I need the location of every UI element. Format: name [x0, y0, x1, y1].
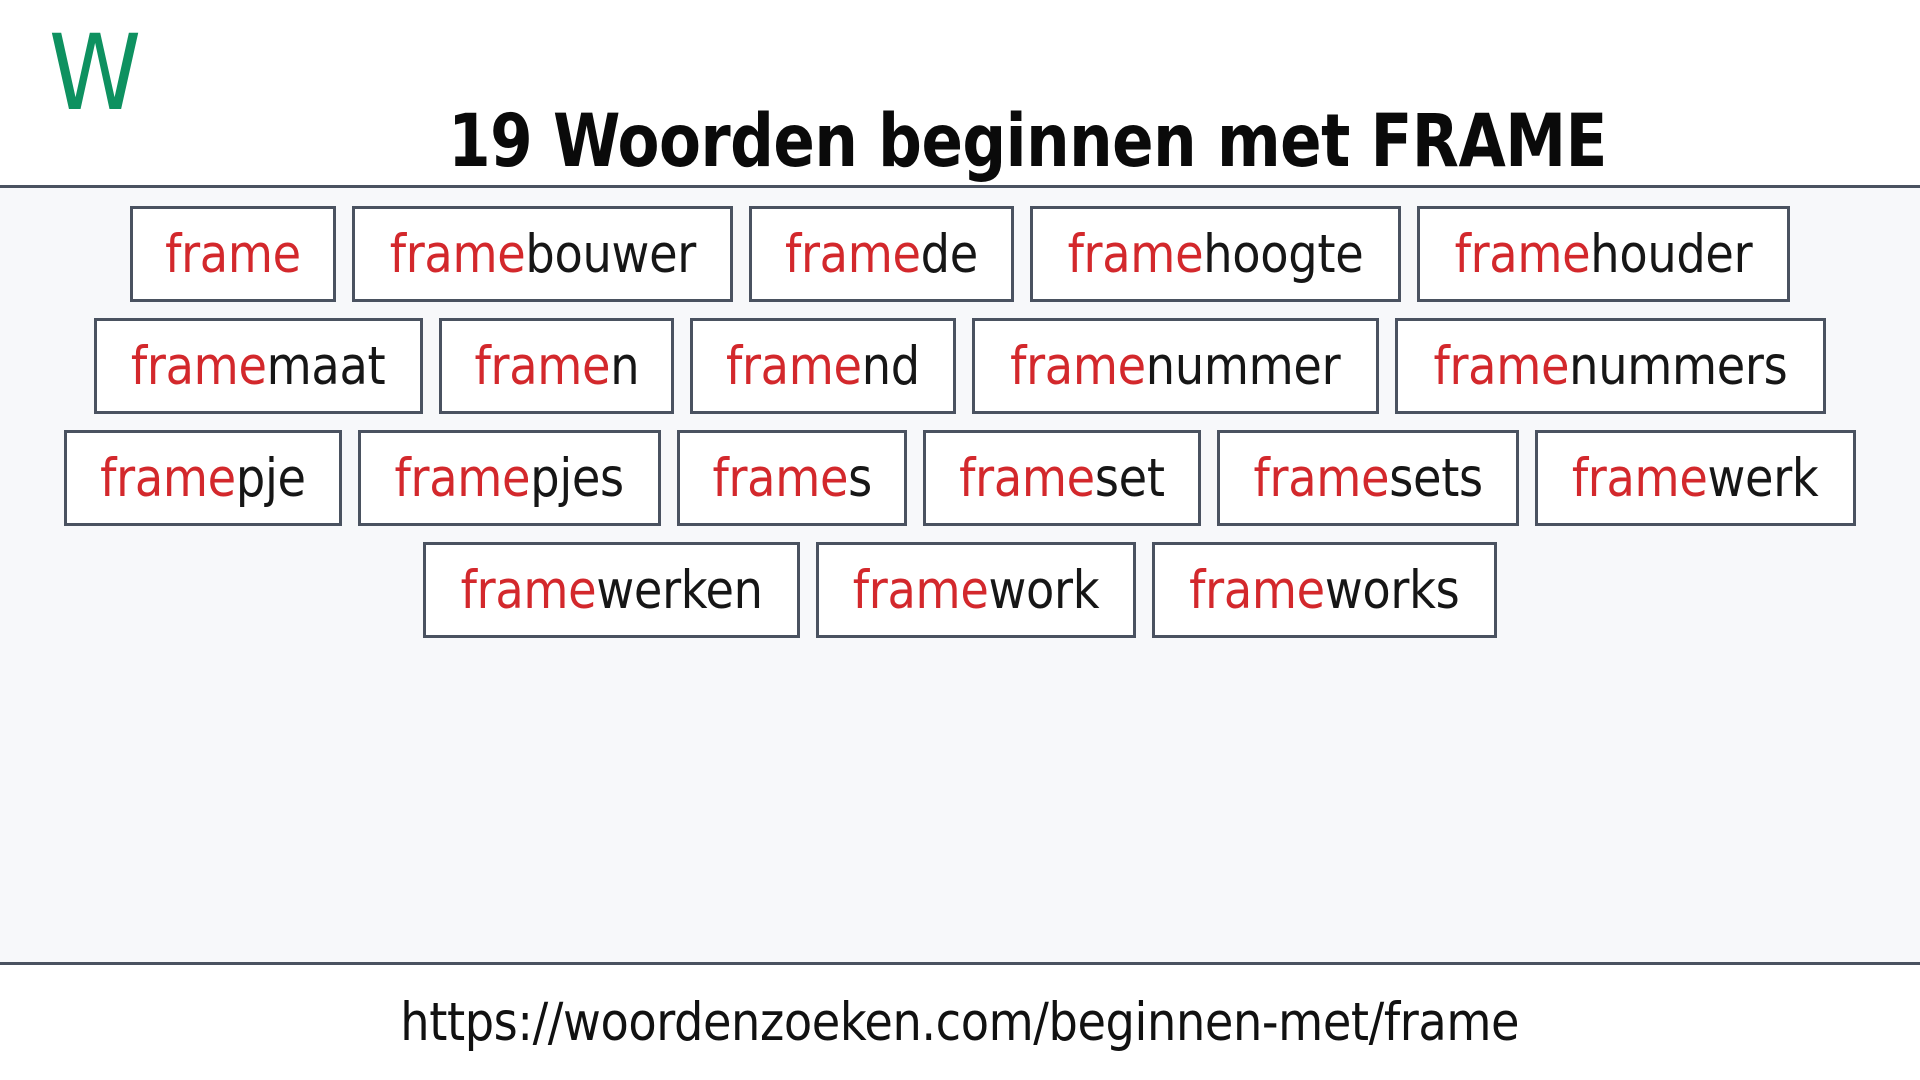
- word-text: framepje: [101, 452, 307, 505]
- word-suffix: pjes: [530, 447, 625, 509]
- word-text: framehoogte: [1068, 228, 1364, 281]
- word-text: frameset: [959, 452, 1165, 505]
- svg-text:W: W: [49, 27, 142, 127]
- word-prefix: frame: [712, 447, 848, 509]
- word-suffix: werk: [1707, 447, 1819, 509]
- word-box[interactable]: framebouwer: [351, 206, 734, 302]
- site-logo[interactable]: W: [30, 22, 160, 132]
- word-prefix: frame: [474, 335, 610, 397]
- word-text: framemaat: [131, 340, 386, 393]
- word-suffix: hoogte: [1203, 223, 1364, 285]
- word-text: framebouwer: [389, 228, 696, 281]
- word-prefix: frame: [785, 223, 922, 285]
- word-box[interactable]: framehoogte: [1030, 206, 1402, 302]
- word-text: framenummer: [1010, 340, 1340, 393]
- page-header: W 19 Woorden beginnen met FRAME: [0, 0, 1920, 188]
- word-row: framewerken framework frameworks: [0, 542, 1920, 638]
- word-suffix: s: [847, 447, 872, 509]
- word-text: framehouder: [1455, 228, 1753, 281]
- word-box[interactable]: frame: [129, 206, 336, 302]
- word-text: framesets: [1254, 452, 1484, 505]
- word-box[interactable]: framehouder: [1417, 206, 1791, 302]
- logo-w-icon: W: [49, 27, 142, 127]
- word-prefix: frame: [131, 335, 268, 397]
- word-suffix: works: [1325, 559, 1460, 621]
- page-root: W 19 Woorden beginnen met FRAME frame fra…: [0, 0, 1920, 1080]
- word-text: framede: [785, 228, 978, 281]
- page-footer: https://woordenzoeken.com/beginnen-met/f…: [0, 965, 1920, 1080]
- word-prefix: frame: [164, 223, 301, 285]
- word-prefix: frame: [460, 559, 597, 621]
- word-box[interactable]: framend: [690, 318, 957, 414]
- word-suffix: nd: [862, 335, 921, 397]
- word-prefix: frame: [1433, 335, 1569, 397]
- word-box[interactable]: framenummer: [972, 318, 1379, 414]
- word-suffix: de: [921, 223, 979, 285]
- word-box[interactable]: framen: [438, 318, 675, 414]
- word-prefix: frame: [1067, 223, 1204, 285]
- word-prefix: frame: [394, 447, 531, 509]
- word-list-area: frame framebouwer framede framehoogte frameh…: [0, 188, 1920, 965]
- word-suffix: set: [1094, 447, 1165, 509]
- word-text: framenummers: [1433, 340, 1787, 393]
- word-text: frames: [712, 452, 872, 505]
- word-suffix: n: [609, 335, 639, 397]
- word-box[interactable]: framewerken: [423, 542, 801, 638]
- word-text: framen: [474, 340, 639, 393]
- word-prefix: frame: [1572, 447, 1708, 509]
- word-box[interactable]: framesets: [1216, 430, 1520, 526]
- word-rows: frame framebouwer framede framehoogte frameh…: [0, 206, 1920, 638]
- word-text: framework: [853, 564, 1100, 617]
- word-suffix: pje: [236, 447, 307, 509]
- word-suffix: maat: [267, 335, 386, 397]
- word-prefix: frame: [1253, 447, 1390, 509]
- word-text: framend: [726, 340, 920, 393]
- word-prefix: frame: [389, 223, 526, 285]
- word-box[interactable]: framepje: [64, 430, 343, 526]
- word-prefix: frame: [959, 447, 1095, 509]
- word-row: frame framebouwer framede framehoogte frameh…: [0, 206, 1920, 302]
- word-text: framewerken: [461, 564, 763, 617]
- word-prefix: frame: [1189, 559, 1326, 621]
- word-row: framemaat framen framend framenummer framenu…: [0, 318, 1920, 414]
- word-suffix: nummers: [1568, 335, 1788, 397]
- word-prefix: frame: [100, 447, 237, 509]
- word-text: frame: [165, 228, 301, 281]
- word-box[interactable]: frames: [676, 430, 908, 526]
- word-suffix: bouwer: [525, 223, 696, 285]
- word-suffix: sets: [1389, 447, 1483, 509]
- word-prefix: frame: [1454, 223, 1591, 285]
- word-suffix: werken: [596, 559, 763, 621]
- word-prefix: frame: [853, 559, 989, 621]
- word-prefix: frame: [726, 335, 863, 397]
- word-row: framepje framepjes frames frameset framesets…: [0, 430, 1920, 526]
- word-prefix: frame: [1010, 335, 1147, 397]
- word-box[interactable]: framenummers: [1394, 318, 1826, 414]
- word-box[interactable]: framede: [749, 206, 1015, 302]
- source-url[interactable]: https://woordenzoeken.com/beginnen-met/f…: [401, 996, 1520, 1049]
- word-suffix: nummer: [1146, 335, 1341, 397]
- word-text: framepjes: [395, 452, 625, 505]
- word-box[interactable]: framepjes: [358, 430, 661, 526]
- word-box[interactable]: framewerk: [1535, 430, 1856, 526]
- word-box[interactable]: frameset: [923, 430, 1201, 526]
- word-box[interactable]: framework: [816, 542, 1137, 638]
- word-text: framewerk: [1572, 452, 1819, 505]
- word-text: frameworks: [1190, 564, 1461, 617]
- word-suffix: houder: [1590, 223, 1753, 285]
- word-suffix: work: [988, 559, 1100, 621]
- word-box[interactable]: framemaat: [94, 318, 423, 414]
- word-box[interactable]: frameworks: [1152, 542, 1497, 638]
